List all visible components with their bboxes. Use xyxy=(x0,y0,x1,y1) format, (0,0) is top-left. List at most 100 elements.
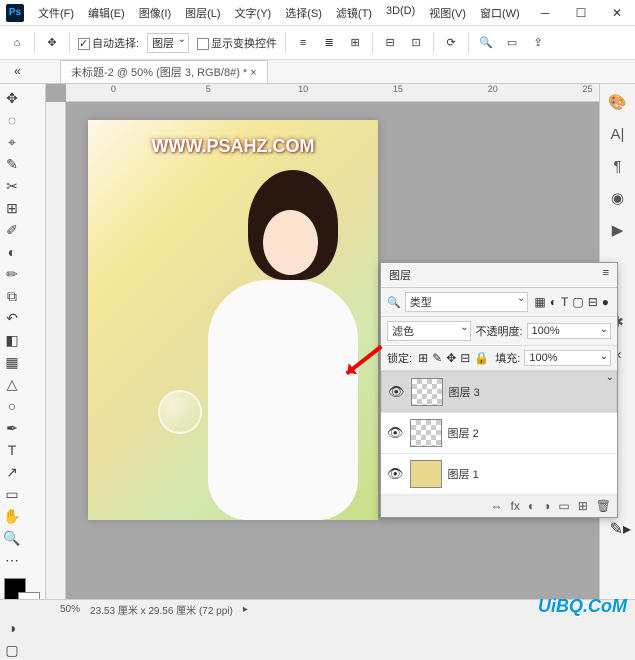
layer-item[interactable]: 👁 图层 1 xyxy=(381,454,617,495)
menu-layer[interactable]: 图层(L) xyxy=(179,1,226,25)
dodge-tool-icon[interactable]: ○ xyxy=(2,396,22,416)
opacity-input[interactable]: 100% xyxy=(527,323,611,339)
shape-tool-icon[interactable]: ▭ xyxy=(2,484,22,504)
align-icon[interactable]: ⊞ xyxy=(346,34,364,52)
visibility-icon[interactable]: 👁 xyxy=(387,466,404,482)
3d-mode-icon[interactable]: ⟳ xyxy=(442,34,460,52)
paragraph-icon[interactable]: ¶ xyxy=(608,156,628,176)
trash-icon[interactable]: 🗑 xyxy=(596,499,611,513)
fill-input[interactable]: 100% xyxy=(524,350,611,366)
menu-3d[interactable]: 3D(D) xyxy=(380,1,421,25)
panel-tab[interactable]: 图层≡ xyxy=(381,263,617,288)
close-tab-icon[interactable]: × xyxy=(250,67,256,79)
document-canvas[interactable]: WWW.PSAHZ.COM xyxy=(88,120,378,520)
path-tool-icon[interactable]: ↗ xyxy=(2,462,22,482)
distribute-icon[interactable]: ⊡ xyxy=(407,34,425,52)
layer-item[interactable]: 👁 图层 3 xyxy=(381,371,617,413)
visibility-icon[interactable]: 👁 xyxy=(388,384,405,400)
bubble-overlay xyxy=(158,390,202,434)
layer-name[interactable]: 图层 1 xyxy=(448,466,479,482)
share-icon[interactable]: ⇪ xyxy=(529,34,547,52)
ruler-vertical xyxy=(46,102,66,599)
home-icon[interactable]: ⌂ xyxy=(8,34,26,52)
text-tool-icon[interactable]: T xyxy=(2,440,22,460)
layer-thumb[interactable] xyxy=(410,419,442,447)
eyedropper-tool-icon[interactable]: ✐ xyxy=(2,220,22,240)
link-icon[interactable]: ⇔ xyxy=(491,499,503,513)
group-icon[interactable]: ▭ xyxy=(558,499,569,513)
workspace-icon[interactable]: ▭ xyxy=(503,34,521,52)
show-transform-checkbox[interactable]: 显示变换控件 xyxy=(197,35,277,51)
swatches-icon[interactable]: ◉ xyxy=(608,188,628,208)
menu-edit[interactable]: 编辑(E) xyxy=(82,1,131,25)
tools-panel: ✥ ◌ ⌖ ✎ ✂ ⊞ ✐ ◐ ✏ ⧉ ↶ ◧ ▦ △ ○ ✒ T ↗ ▭ ✋ … xyxy=(0,84,46,599)
menu-image[interactable]: 图像(I) xyxy=(133,1,177,25)
menu-window[interactable]: 窗口(W) xyxy=(474,1,526,25)
move-tool-icon[interactable]: ✥ xyxy=(43,34,61,52)
eraser-tool-icon[interactable]: ◧ xyxy=(2,330,22,350)
ruler-horizontal: 0510152025 xyxy=(66,84,635,102)
color-panel-icon[interactable]: 🎨 xyxy=(608,92,628,112)
menu-select[interactable]: 选择(S) xyxy=(279,1,328,25)
layer-name[interactable]: 图层 2 xyxy=(448,425,479,441)
more-tools-icon[interactable]: ⋯ xyxy=(2,550,22,570)
filter-icons[interactable]: ▦◐T▢⊟● xyxy=(532,295,611,309)
auto-select-checkbox[interactable]: 自动选择: xyxy=(78,35,139,51)
marquee-tool-icon[interactable]: ◌ xyxy=(2,110,22,130)
search-icon[interactable]: 🔍 xyxy=(477,34,495,52)
menu-text[interactable]: 文字(Y) xyxy=(229,1,278,25)
pen-tool-icon[interactable]: ✒ xyxy=(2,418,22,438)
layer-thumb[interactable] xyxy=(410,460,442,488)
frame-tool-icon[interactable]: ⊞ xyxy=(2,198,22,218)
edit-panel-icon[interactable]: ✎▸ xyxy=(610,519,631,539)
mask-icon[interactable]: ◐ xyxy=(528,499,535,513)
layer-item[interactable]: 👁 图层 2 xyxy=(381,413,617,454)
blend-mode-select[interactable]: 滤色 xyxy=(387,321,471,341)
panel-menu-icon[interactable]: ≡ xyxy=(603,267,609,283)
menu-file[interactable]: 文件(F) xyxy=(32,1,80,25)
document-tab[interactable]: 未标题-2 @ 50% (图层 3, RGB/8#) * × xyxy=(60,60,268,83)
actions-icon[interactable]: ▶ xyxy=(608,220,628,240)
layer-name[interactable]: 图层 3 xyxy=(449,384,480,400)
doc-info[interactable]: 23.53 厘米 x 29.56 厘米 (72 ppi) xyxy=(90,602,233,617)
gradient-tool-icon[interactable]: ▦ xyxy=(2,352,22,372)
screenmode-icon[interactable]: ▢ xyxy=(2,640,22,660)
menu-filter[interactable]: 滤镜(T) xyxy=(330,1,378,25)
menu-view[interactable]: 视图(V) xyxy=(423,1,472,25)
maximize-icon[interactable]: ☐ xyxy=(563,0,599,26)
move-tool-icon[interactable]: ✥ xyxy=(2,88,22,108)
collapse-icon[interactable]: « xyxy=(14,64,21,78)
separator xyxy=(433,32,434,54)
brush-tool-icon[interactable]: ✏ xyxy=(2,264,22,284)
layer-list: 👁 图层 3 👁 图层 2 👁 图层 1 xyxy=(381,371,617,495)
quickmask-icon[interactable]: ◑ xyxy=(2,618,22,638)
zoom-level[interactable]: 50% xyxy=(60,604,80,615)
zoom-tool-icon[interactable]: 🔍 xyxy=(2,528,22,548)
history-brush-icon[interactable]: ↶ xyxy=(2,308,22,328)
char-panel-icon[interactable]: A| xyxy=(608,124,628,144)
distribute-icon[interactable]: ⊟ xyxy=(381,34,399,52)
adjustment-icon[interactable]: ◑ xyxy=(543,499,550,513)
fx-icon[interactable]: fx xyxy=(511,499,520,513)
minimize-icon[interactable]: ─ xyxy=(527,0,563,26)
visibility-icon[interactable]: 👁 xyxy=(387,425,404,441)
blur-tool-icon[interactable]: △ xyxy=(2,374,22,394)
fill-label: 填充: xyxy=(495,350,520,366)
layer-thumb[interactable] xyxy=(411,378,443,406)
lasso-tool-icon[interactable]: ⌖ xyxy=(2,132,22,152)
align-icon[interactable]: ≣ xyxy=(320,34,338,52)
auto-select-target[interactable]: 图层 xyxy=(147,33,189,53)
stamp-tool-icon[interactable]: ⧉ xyxy=(2,286,22,306)
align-icon[interactable]: ≡ xyxy=(294,34,312,52)
close-icon[interactable]: ✕ xyxy=(599,0,635,26)
new-layer-icon[interactable]: ⊞ xyxy=(578,499,588,513)
heal-tool-icon[interactable]: ◐ xyxy=(2,242,22,262)
filter-kind-select[interactable]: 类型 xyxy=(405,292,529,312)
separator xyxy=(34,32,35,54)
ps-logo: Ps xyxy=(6,4,24,22)
hand-tool-icon[interactable]: ✋ xyxy=(2,506,22,526)
wand-tool-icon[interactable]: ✎ xyxy=(2,154,22,174)
main-menu: 文件(F) 编辑(E) 图像(I) 图层(L) 文字(Y) 选择(S) 滤镜(T… xyxy=(32,1,526,25)
crop-tool-icon[interactable]: ✂ xyxy=(2,176,22,196)
lock-icons[interactable]: ⊞✎✥⊟🔒 xyxy=(416,351,491,365)
